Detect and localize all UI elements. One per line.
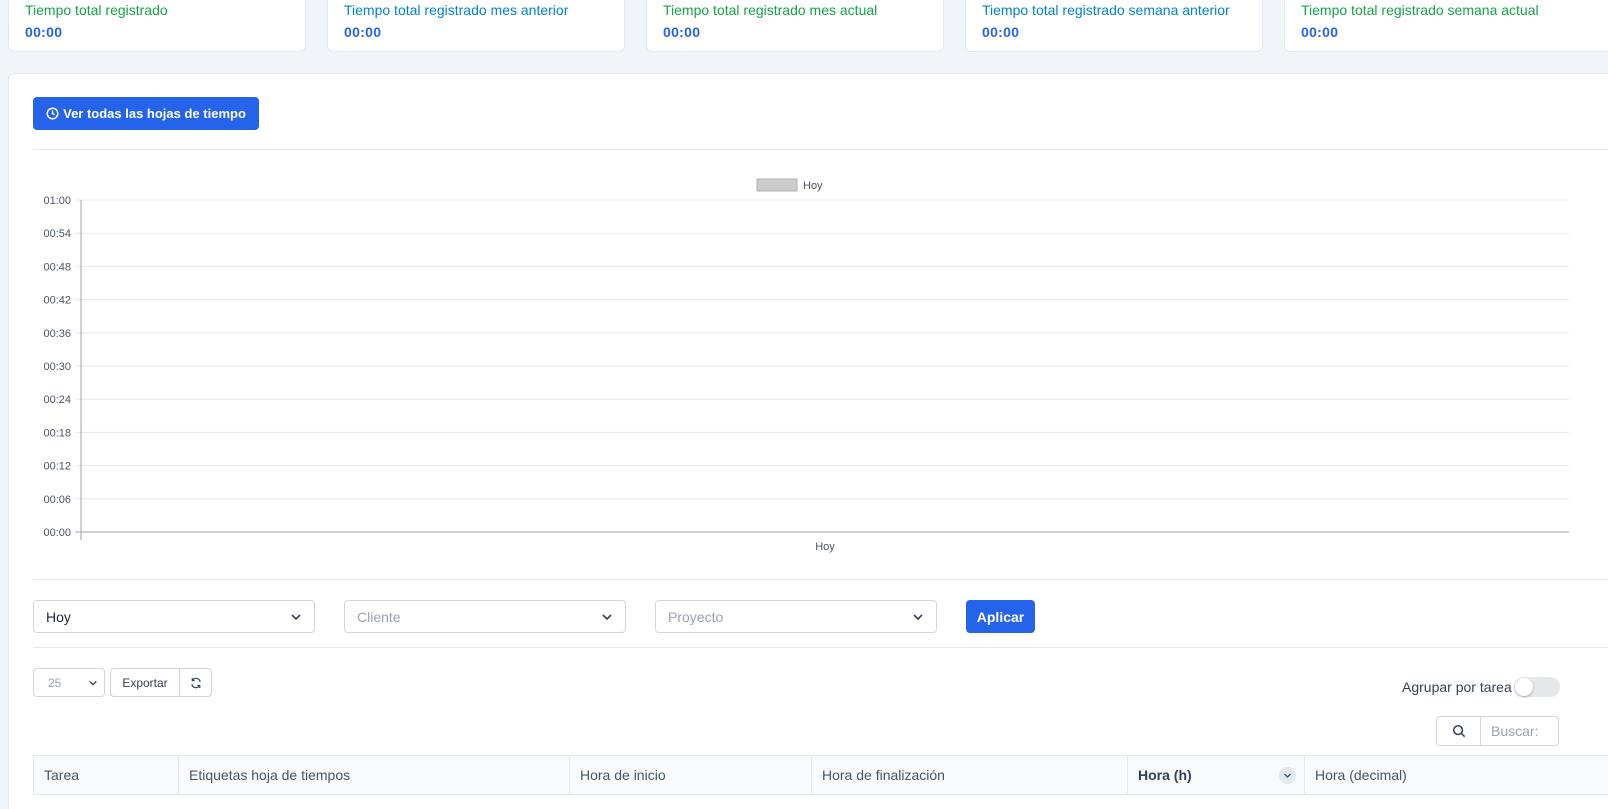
stat-card-prev-month: Tiempo total registrado mes anterior 00:… bbox=[327, 0, 625, 52]
divider bbox=[33, 647, 1608, 648]
column-header-hora-h[interactable]: Hora (h) bbox=[1128, 756, 1305, 794]
y-tick-label: 00:42 bbox=[43, 295, 71, 307]
group-by-task-toggle[interactable] bbox=[1514, 677, 1560, 697]
legend-label: Hoy bbox=[803, 180, 823, 192]
apply-button[interactable]: Aplicar bbox=[966, 600, 1035, 633]
stat-card-total: Tiempo total registrado 00:00 bbox=[8, 0, 306, 52]
y-tick-label: 00:24 bbox=[43, 394, 71, 406]
view-all-timesheets-button[interactable]: Ver todas las hojas de tiempo bbox=[33, 97, 259, 130]
chart-svg: 01:00 00:54 00:48 00:42 00:36 00:30 00:24 00:18… bbox=[43, 178, 1569, 553]
chevron-down-icon bbox=[291, 613, 301, 620]
export-button[interactable]: Exportar bbox=[110, 668, 180, 697]
page-length-select[interactable]: 25 bbox=[33, 668, 105, 697]
stat-value: 00:00 bbox=[25, 24, 63, 40]
time-chart: 01:00 00:54 00:48 00:42 00:36 00:30 00:24 00:18… bbox=[9, 164, 1608, 564]
stat-label: Tiempo total registrado bbox=[25, 2, 168, 18]
column-header-tarea[interactable]: Tarea bbox=[34, 756, 179, 794]
timesheets-panel: Ver todas las hojas de tiempo 01:00 00:54… bbox=[8, 73, 1608, 809]
stat-card-prev-week: Tiempo total registrado semana anterior … bbox=[965, 0, 1263, 52]
search-input[interactable] bbox=[1480, 716, 1559, 746]
page-length-value: 25 bbox=[48, 675, 62, 690]
view-all-label: Ver todas las hojas de tiempo bbox=[63, 106, 246, 121]
chevron-down-icon bbox=[913, 613, 923, 620]
divider bbox=[33, 579, 1608, 580]
legend-swatch bbox=[756, 178, 798, 192]
column-header-hora-finalizacion[interactable]: Hora de finalización bbox=[812, 756, 1128, 794]
stat-value: 00:00 bbox=[1301, 24, 1339, 40]
table-header: Tarea Etiquetas hoja de tiempos Hora de … bbox=[33, 755, 1608, 795]
refresh-button[interactable] bbox=[179, 668, 212, 697]
client-select[interactable]: Cliente bbox=[344, 600, 626, 633]
y-tick-label: 00:12 bbox=[43, 461, 71, 473]
y-tick-label: 01:00 bbox=[43, 195, 71, 207]
period-select[interactable]: Hoy bbox=[33, 600, 315, 633]
search-icon bbox=[1452, 724, 1465, 738]
y-tick-label: 00:48 bbox=[43, 261, 71, 273]
project-select[interactable]: Proyecto bbox=[655, 600, 937, 633]
project-select-placeholder: Proyecto bbox=[668, 608, 724, 625]
clock-icon bbox=[46, 107, 59, 120]
y-tick-label: 00:06 bbox=[43, 494, 71, 506]
y-tick-label: 00:54 bbox=[43, 228, 71, 240]
chevron-down-icon bbox=[89, 680, 97, 686]
period-select-value: Hoy bbox=[46, 608, 71, 625]
y-tick-label: 00:36 bbox=[43, 328, 71, 340]
stats-row: Tiempo total registrado 00:00 Tiempo tot… bbox=[8, 0, 1608, 52]
client-select-placeholder: Cliente bbox=[357, 608, 401, 625]
group-by-task-label: Agrupar por tarea bbox=[1402, 679, 1512, 695]
column-header-hora-inicio[interactable]: Hora de inicio bbox=[570, 756, 812, 794]
y-tick-label: 00:18 bbox=[43, 427, 71, 439]
stat-label: Tiempo total registrado semana actual bbox=[1301, 2, 1539, 18]
toggle-knob bbox=[1515, 678, 1533, 696]
stat-label: Tiempo total registrado mes actual bbox=[663, 2, 878, 18]
x-tick-label: Hoy bbox=[815, 541, 835, 553]
stat-label: Tiempo total registrado semana anterior bbox=[982, 2, 1230, 18]
y-tick-label: 00:00 bbox=[43, 527, 71, 539]
stat-value: 00:00 bbox=[344, 24, 382, 40]
stat-value: 00:00 bbox=[663, 24, 701, 40]
stat-value: 00:00 bbox=[982, 24, 1020, 40]
refresh-icon bbox=[190, 677, 201, 688]
y-tick-label: 00:30 bbox=[43, 361, 71, 373]
stat-card-current-week: Tiempo total registrado semana actual 00… bbox=[1284, 0, 1608, 52]
column-header-hora-h-label: Hora (h) bbox=[1138, 767, 1192, 783]
stat-card-current-month: Tiempo total registrado mes actual 00:00 bbox=[646, 0, 944, 52]
sort-desc-icon bbox=[1279, 767, 1296, 784]
column-header-hora-decimal[interactable]: Hora (decimal) bbox=[1305, 756, 1608, 794]
chevron-down-icon bbox=[602, 613, 612, 620]
stat-label: Tiempo total registrado mes anterior bbox=[344, 2, 569, 18]
search-button[interactable] bbox=[1436, 716, 1481, 746]
divider bbox=[33, 149, 1608, 150]
column-header-etiquetas[interactable]: Etiquetas hoja de tiempos bbox=[179, 756, 570, 794]
